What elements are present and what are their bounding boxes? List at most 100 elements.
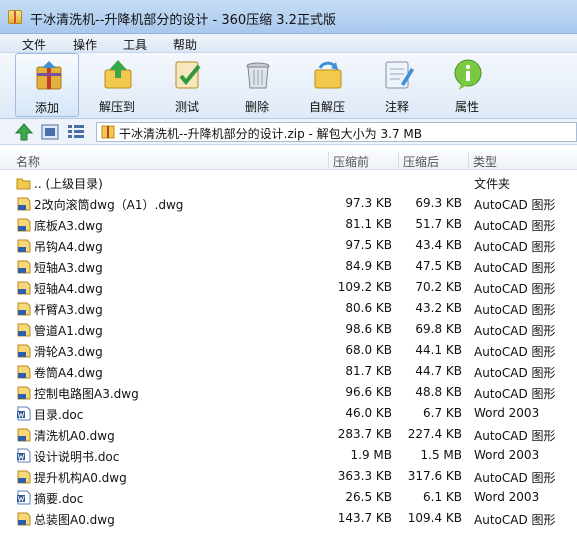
menu-file[interactable]: 文件	[22, 36, 46, 53]
file-type: AutoCAD 图形	[474, 429, 556, 443]
menu-operation[interactable]: 操作	[73, 36, 97, 53]
file-name: 设计说明书.doc	[34, 450, 120, 464]
file-type: AutoCAD 图形	[474, 303, 556, 317]
file-size: 109.2 KB	[337, 280, 392, 294]
thumbnail-view-icon[interactable]	[40, 123, 60, 141]
file-row[interactable]: 清洗机A0.dwg 283.7 KB 227.4 KB AutoCAD 图形	[0, 424, 577, 445]
file-name: 卷筒A4.dwg	[34, 366, 103, 380]
list-view-icon[interactable]	[66, 123, 86, 141]
file-packed-size: 317.6 KB	[407, 469, 462, 483]
comment-button[interactable]: 注释	[365, 53, 429, 117]
menu-help[interactable]: 帮助	[173, 36, 197, 53]
file-packed-size: 109.4 KB	[407, 511, 462, 525]
dwg-icon	[17, 344, 31, 358]
file-type: AutoCAD 图形	[474, 198, 556, 212]
dwg-icon	[17, 302, 31, 316]
test-button[interactable]: 测试	[155, 53, 219, 117]
file-row[interactable]: 管道A1.dwg 98.6 KB 69.8 KB AutoCAD 图形	[0, 319, 577, 340]
file-row[interactable]: 卷筒A4.dwg 81.7 KB 44.7 KB AutoCAD 图形	[0, 361, 577, 382]
add-archive-icon	[36, 61, 62, 90]
column-type[interactable]: 类型	[473, 153, 497, 170]
up-arrow-icon[interactable]	[14, 123, 34, 141]
test-label: 测试	[174, 100, 199, 114]
dwg-icon	[17, 239, 31, 253]
delete-label: 删除	[244, 100, 269, 114]
file-row[interactable]: 短轴A3.dwg 84.9 KB 47.5 KB AutoCAD 图形	[0, 256, 577, 277]
file-row[interactable]: 2改向滚筒dwg（A1）.dwg 97.3 KB 69.3 KB AutoCAD 图形	[0, 193, 577, 214]
file-row[interactable]: 底板A3.dwg 81.1 KB 51.7 KB AutoCAD 图形	[0, 214, 577, 235]
dwg-icon	[17, 323, 31, 337]
file-packed-size: 43.2 KB	[415, 301, 462, 315]
file-row[interactable]: 杆臂A3.dwg 80.6 KB 43.2 KB AutoCAD 图形	[0, 298, 577, 319]
file-packed-size: 70.2 KB	[415, 280, 462, 294]
file-size: 68.0 KB	[345, 343, 392, 357]
file-row[interactable]: 吊钩A4.dwg 97.5 KB 43.4 KB AutoCAD 图形	[0, 235, 577, 256]
file-row[interactable]: 总装图A0.dwg 143.7 KB 109.4 KB AutoCAD 图形	[0, 508, 577, 529]
menu-tools[interactable]: 工具	[123, 36, 147, 53]
file-packed-size: 47.5 KB	[415, 259, 462, 273]
column-separator[interactable]	[468, 152, 469, 168]
file-type: AutoCAD 图形	[474, 261, 556, 275]
file-type: Word 2003	[474, 448, 540, 462]
column-separator[interactable]	[328, 152, 329, 168]
file-packed-size: 6.1 KB	[423, 490, 462, 504]
dwg-icon	[17, 512, 31, 526]
extract-label: 解压到	[98, 100, 135, 114]
self-extract-button[interactable]: 自解压	[295, 53, 359, 117]
path-field[interactable]: 干冰清洗机--升降机部分的设计.zip - 解包大小为 3.7 MB	[96, 122, 577, 142]
test-icon	[175, 61, 201, 89]
column-packed[interactable]: 压缩后	[403, 153, 439, 170]
file-type: Word 2003	[474, 406, 540, 420]
file-row[interactable]: .. (上级目录) 文件夹	[0, 172, 577, 193]
add-button[interactable]: 添加	[15, 53, 79, 117]
extract-button[interactable]: 解压到	[85, 53, 149, 117]
add-label: 添加	[34, 101, 59, 115]
file-size: 26.5 KB	[345, 490, 392, 504]
file-name: 吊钩A4.dwg	[34, 240, 103, 254]
archive-app-icon	[8, 10, 22, 24]
extract-icon	[104, 60, 132, 89]
file-packed-size: 227.4 KB	[407, 427, 462, 441]
file-name: 摘要.doc	[34, 492, 84, 506]
file-packed-size: 48.8 KB	[415, 385, 462, 399]
column-size[interactable]: 压缩前	[333, 153, 369, 170]
file-name: 短轴A3.dwg	[34, 261, 103, 275]
properties-button[interactable]: 属性	[435, 53, 499, 117]
file-size: 81.1 KB	[345, 217, 392, 231]
file-type: AutoCAD 图形	[474, 345, 556, 359]
file-size: 1.9 MB	[350, 448, 392, 462]
file-list: .. (上级目录) 文件夹 2改向滚筒dwg（A1）.dwg 97.3 KB 69.3 …	[0, 172, 577, 529]
file-type: Word 2003	[474, 490, 540, 504]
file-name: 杆臂A3.dwg	[34, 303, 103, 317]
window-title: 干冰清洗机--升降机部分的设计 - 360压缩 3.2正式版	[30, 13, 336, 28]
file-size: 143.7 KB	[337, 511, 392, 525]
column-separator[interactable]	[398, 152, 399, 168]
file-row[interactable]: 目录.doc 46.0 KB 6.7 KB Word 2003	[0, 403, 577, 424]
file-row[interactable]: 滑轮A3.dwg 68.0 KB 44.1 KB AutoCAD 图形	[0, 340, 577, 361]
delete-button[interactable]: 删除	[225, 53, 289, 117]
address-bar: 干冰清洗机--升降机部分的设计.zip - 解包大小为 3.7 MB	[0, 119, 577, 145]
file-size: 81.7 KB	[345, 364, 392, 378]
column-header: 名称 压缩前 压缩后 类型	[0, 150, 577, 170]
file-size: 363.3 KB	[337, 469, 392, 483]
dwg-icon	[17, 197, 31, 211]
file-name: .. (上级目录)	[34, 177, 103, 191]
file-row[interactable]: 短轴A4.dwg 109.2 KB 70.2 KB AutoCAD 图形	[0, 277, 577, 298]
file-name: 2改向滚筒dwg（A1）.dwg	[34, 198, 184, 212]
file-name: 目录.doc	[34, 408, 84, 422]
dwg-icon	[17, 218, 31, 232]
file-type: AutoCAD 图形	[474, 387, 556, 401]
file-row[interactable]: 控制电路图A3.dwg 96.6 KB 48.8 KB AutoCAD 图形	[0, 382, 577, 403]
file-packed-size: 43.4 KB	[415, 238, 462, 252]
file-row[interactable]: 提升机构A0.dwg 363.3 KB 317.6 KB AutoCAD 图形	[0, 466, 577, 487]
file-row[interactable]: 摘要.doc 26.5 KB 6.1 KB Word 2003	[0, 487, 577, 508]
column-name[interactable]: 名称	[16, 153, 40, 170]
delete-icon	[246, 62, 270, 89]
dwg-icon	[17, 470, 31, 484]
file-packed-size: 6.7 KB	[423, 406, 462, 420]
file-packed-size: 44.7 KB	[415, 364, 462, 378]
file-type: AutoCAD 图形	[474, 240, 556, 254]
file-packed-size: 44.1 KB	[415, 343, 462, 357]
dwg-icon	[17, 386, 31, 400]
file-row[interactable]: 设计说明书.doc 1.9 MB 1.5 MB Word 2003	[0, 445, 577, 466]
